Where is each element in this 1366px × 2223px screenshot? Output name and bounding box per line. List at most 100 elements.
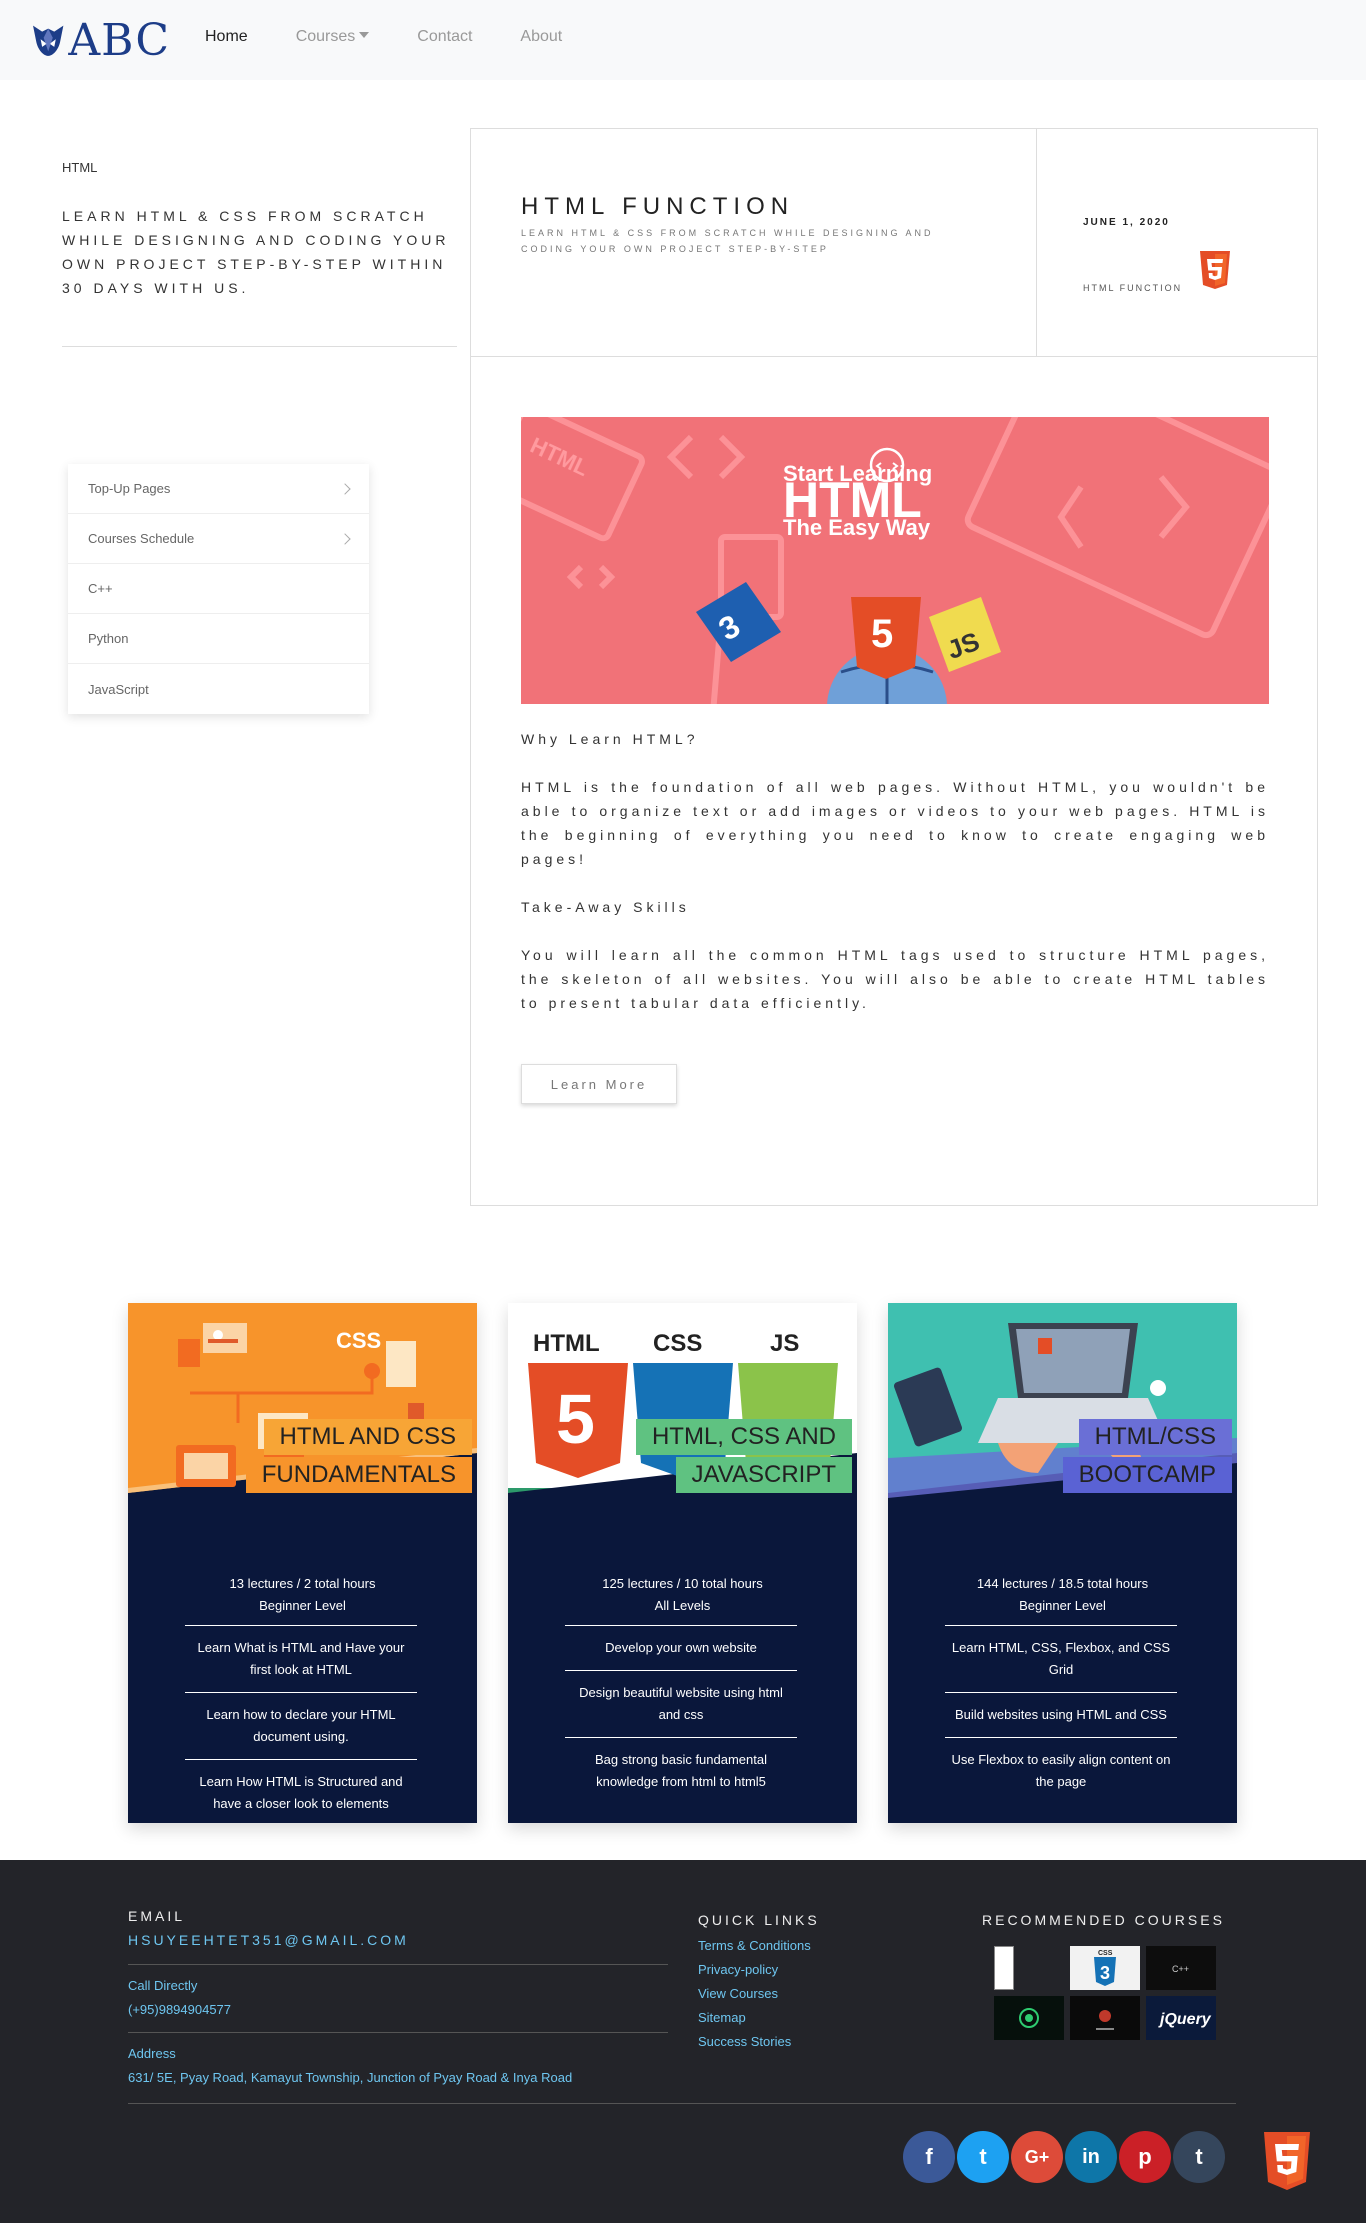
logo[interactable]: ABC [30, 10, 170, 70]
course-feature: Bag strong basic fundamental knowledge f… [565, 1737, 797, 1804]
recommended-course-video[interactable] [1070, 1996, 1140, 2040]
banner-image: HTML Start Learning HTML The Easy Way 3 … [521, 417, 1269, 704]
post-card: HTML FUNCTION Learn HTML & CSS from scra… [470, 128, 1318, 1206]
post-tag: HTML FUNCTION [1083, 283, 1183, 293]
course-features: Learn What is HTML and Have your first l… [185, 1625, 417, 1823]
header-divider [1036, 129, 1037, 357]
course-image: CSS </ [128, 1303, 477, 1533]
nav-courses-label: Courses [295, 28, 356, 45]
call-label: Call Directly [128, 1978, 198, 1993]
recommended-course-broken-image[interactable] [994, 1946, 1014, 1990]
course-card-html-css-bootcamp[interactable]: HTML/CSS BOOTCAMP 144 lectures / 18.5 to… [888, 1303, 1237, 1823]
course-stats: 125 lectures / 10 total hours All Levels [508, 1573, 857, 1617]
course-feature: Learn How HTML is Structured and have a … [185, 1759, 417, 1823]
skills-heading: Take-Away Skills [521, 899, 690, 915]
svg-text:CSS: CSS [336, 1328, 381, 1353]
course-feature: Use Flexbox to easily align content on t… [945, 1737, 1177, 1804]
category-label: HTML [62, 160, 98, 175]
banner-illustration: HTML Start Learning HTML The Easy Way 3 … [521, 417, 1269, 704]
footer: EMAIL HSUYEEHTET351@GMAIL.COM Call Direc… [0, 1860, 1366, 2223]
nav-courses-dropdown[interactable]: Courses [296, 28, 370, 46]
css-illustration: CSS </ [128, 1303, 477, 1533]
course-title-line2: JAVASCRIPT [675, 1457, 852, 1493]
menu-item-label: C++ [88, 581, 113, 596]
svg-text:The Easy Way: The Easy Way [783, 515, 931, 540]
link-terms[interactable]: Terms & Conditions [698, 1938, 811, 1953]
twitter-icon[interactable]: t [957, 2131, 1009, 2183]
link-success-stories[interactable]: Success Stories [698, 2034, 791, 2049]
recommended-course-cpp[interactable]: C++ [1146, 1946, 1216, 1990]
html5-icon [1200, 251, 1230, 289]
email-label: EMAIL [128, 1908, 186, 1924]
menu-item-cpp[interactable]: C++ [68, 564, 369, 614]
play-icon [1096, 2010, 1114, 2030]
course-feature: Build websites using HTML and CSS [945, 1692, 1177, 1737]
course-lectures: 13 lectures / 2 total hours [229, 1576, 376, 1591]
course-title-line2: BOOTCAMP [1062, 1457, 1232, 1493]
divider [62, 346, 457, 347]
learn-more-button[interactable]: Learn More [521, 1064, 677, 1104]
link-view-courses[interactable]: View Courses [698, 1986, 778, 2001]
recommended-course-android[interactable] [994, 1996, 1064, 2040]
email-link[interactable]: HSUYEEHTET351@GMAIL.COM [128, 1932, 409, 1948]
recommended-course-jquery[interactable]: jQuery [1146, 1996, 1216, 2040]
course-card-html-css-javascript[interactable]: HTML CSS JS 5 HTML, CSS AND JAVASCRIPT 1… [508, 1303, 857, 1823]
svg-text:CSS: CSS [1098, 1950, 1113, 1957]
menu-item-label: Top-Up Pages [88, 481, 171, 496]
course-title-line1: HTML AND CSS [263, 1419, 472, 1455]
link-sitemap[interactable]: Sitemap [698, 2010, 746, 2025]
fox-logo-icon [33, 25, 64, 56]
menu-item-javascript[interactable]: JavaScript [68, 664, 369, 714]
course-feature: Design beautiful website using html and … [565, 1670, 797, 1737]
why-paragraph: HTML is the foundation of all web pages.… [521, 779, 1269, 867]
menu-item-label: JavaScript [88, 681, 149, 697]
nav-contact[interactable]: Contact [417, 28, 472, 46]
course-title: HTML, CSS AND JAVASCRIPT [635, 1419, 852, 1495]
course-image [888, 1303, 1237, 1533]
google-plus-icon[interactable]: G+ [1011, 2131, 1063, 2183]
post-header: HTML FUNCTION Learn HTML & CSS from scra… [471, 129, 1317, 357]
cpp-icon: C++ [1172, 1964, 1189, 1974]
post-title: HTML FUNCTION [521, 193, 795, 220]
menu-item-python[interactable]: Python [68, 614, 369, 664]
android-icon [1019, 2008, 1039, 2028]
navbar: ABC Home Courses Contact About [0, 0, 1366, 80]
nav-home[interactable]: Home [205, 28, 248, 46]
svg-text:HTML: HTML [527, 433, 593, 481]
svg-text:C++: C++ [1172, 1964, 1189, 1974]
link-privacy[interactable]: Privacy-policy [698, 1962, 778, 1977]
svg-text:JS: JS [770, 1330, 799, 1357]
course-feature: Learn HTML, CSS, Flexbox, and CSS Grid [945, 1625, 1177, 1692]
course-stats: 144 lectures / 18.5 total hours Beginner… [888, 1573, 1237, 1617]
course-image: HTML CSS JS 5 [508, 1303, 857, 1533]
nav-about[interactable]: About [520, 28, 562, 46]
pinterest-icon[interactable]: p [1119, 2131, 1171, 2183]
facebook-icon[interactable]: f [903, 2131, 955, 2183]
quick-links-label: QUICK LINKS [698, 1912, 820, 1928]
html5-icon [1264, 2132, 1310, 2190]
course-level: Beginner Level [1019, 1598, 1106, 1613]
course-feature: Learn What is HTML and Have your first l… [185, 1625, 417, 1692]
svg-text:HTML: HTML [533, 1330, 600, 1357]
recommended-courses-label: RECOMMENDED COURSES [982, 1912, 1225, 1928]
menu-item-courses-schedule[interactable]: Courses Schedule [68, 514, 369, 564]
phone-link[interactable]: (+95)9894904577 [128, 2002, 231, 2017]
nav-links: Home Courses Contact About [205, 28, 610, 46]
course-features: Develop your own website Design beautifu… [565, 1625, 797, 1804]
course-features: Learn HTML, CSS, Flexbox, and CSS Grid B… [945, 1625, 1177, 1804]
chevron-right-icon [339, 482, 351, 495]
css3-icon: CSS 3 [1094, 1950, 1116, 1986]
divider [128, 2032, 668, 2033]
course-title-line2: FUNDAMENTALS [245, 1457, 472, 1493]
linkedin-icon[interactable]: in [1065, 2131, 1117, 2183]
tumblr-icon[interactable]: t [1173, 2131, 1225, 2183]
course-level: All Levels [654, 1598, 711, 1613]
skills-paragraph: You will learn all the common HTML tags … [521, 947, 1269, 1011]
svg-text:jQuery: jQuery [1158, 2011, 1212, 2028]
course-lectures: 144 lectures / 18.5 total hours [976, 1576, 1149, 1591]
course-title-line1: HTML/CSS [1078, 1419, 1232, 1455]
menu-item-top-up-pages[interactable]: Top-Up Pages [68, 464, 369, 514]
svg-text:3: 3 [1100, 1963, 1110, 1983]
recommended-course-css[interactable]: CSS 3 [1070, 1946, 1140, 1990]
course-card-html-css-fundamentals[interactable]: CSS </ HTML AND CSS FUNDAMENTALS 13 lect… [128, 1303, 477, 1823]
